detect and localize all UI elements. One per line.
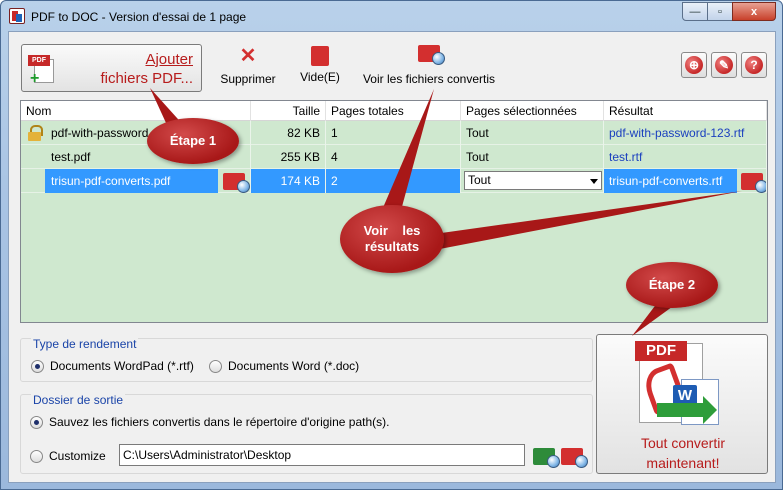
convert-label: Tout convertir maintenant! [597, 433, 769, 473]
file-size: 255 KB [251, 145, 326, 169]
window-title: PDF to DOC - Version d'essai de 1 page [31, 10, 247, 24]
view-converted-label: Voir les fichiers convertis [362, 72, 496, 86]
minimize-button[interactable]: — [682, 2, 708, 21]
output-folder-title: Dossier de sortie [31, 393, 126, 407]
selected-pages[interactable]: Tout [461, 121, 604, 145]
result-cell: trisun-pdf-converts.rtf [604, 169, 767, 193]
radio-wordpad[interactable]: Documents WordPad (*.rtf) [31, 359, 194, 373]
result-link[interactable]: trisun-pdf-converts.rtf [604, 169, 737, 193]
pdf-tag: PDF [635, 341, 687, 361]
view-converted-files-button[interactable]: Voir les fichiers convertis [359, 44, 499, 86]
file-size: 174 KB [251, 169, 326, 193]
render-type-title: Type de rendement [31, 337, 139, 351]
view-results-bubble: Voir les résultats [340, 205, 444, 273]
row-name-cell: trisun-pdf-converts.pdf [21, 169, 251, 193]
add-pdf-files-button[interactable]: PDF + Ajouter fichiers PDF... [21, 44, 202, 92]
open-folder-icon[interactable] [223, 173, 250, 193]
delete-label: Supprimer [220, 72, 276, 86]
convert-label-line2: maintenant! [646, 455, 720, 471]
delete-button[interactable]: ✕ Supprimer [215, 44, 281, 86]
add-files-label: Ajouter fichiers PDF... [100, 50, 193, 88]
selected-pages[interactable]: Tout [461, 145, 604, 169]
app-icon [9, 8, 25, 24]
title-bar[interactable]: PDF to DOC - Version d'essai de 1 page —… [1, 1, 782, 31]
chevron-down-icon [590, 179, 598, 184]
render-type-group: Type de rendement Documents WordPad (*.r… [20, 337, 593, 382]
radio-customize-indicator[interactable] [30, 449, 43, 463]
dropdown-value: Tout [468, 173, 491, 187]
pdf-to-word-icon: PDF W [635, 341, 731, 431]
radio-customize-label: Customize [49, 449, 106, 463]
open-result-folder-icon[interactable] [741, 173, 766, 193]
help-icon: ? [745, 56, 763, 74]
header-total-pages[interactable]: Pages totales [326, 101, 461, 121]
close-button[interactable]: x [732, 2, 776, 21]
radio-word-label: Documents Word (*.doc) [228, 359, 360, 373]
grid-rows: pdf-with-password.pdf 82 KB 1 Tout pdf-w… [21, 121, 767, 193]
folder-magnifier-icon [359, 44, 499, 68]
radio-origin-label: Sauvez les fichiers convertis dans le ré… [49, 415, 390, 429]
grid-header: Nom Taille Pages totales Pages sélection… [21, 101, 767, 121]
radio-origin-indicator[interactable] [30, 415, 43, 429]
radio-wordpad-indicator[interactable] [31, 359, 44, 373]
red-x-icon: ✕ [239, 45, 257, 67]
wrench-icon: ✎ [715, 56, 733, 74]
view-results-line1: Voir les [363, 223, 421, 238]
convert-all-button[interactable]: PDF W Tout convertir maintenant! [596, 334, 768, 474]
open-output-folder-icon[interactable] [561, 448, 588, 468]
header-selected-pages[interactable]: Pages sélectionnées [461, 101, 604, 121]
convert-label-line1: Tout convertir [640, 435, 726, 451]
total-pages: 2 [326, 169, 461, 193]
add-label-line1: Ajouter [145, 51, 193, 68]
table-row[interactable]: test.pdf 255 KB 4 Tout test.rtf [21, 145, 767, 169]
total-pages: 4 [326, 145, 461, 169]
globe-button[interactable]: ⊕ [681, 52, 707, 78]
view-results-line2: résultats [364, 239, 420, 254]
selected-pages-dropdown[interactable]: Tout [464, 171, 602, 190]
globe-icon: ⊕ [685, 56, 703, 74]
step1-bubble: Étape 1 [147, 118, 239, 164]
step2-bubble: Étape 2 [626, 262, 718, 308]
total-pages: 1 [326, 121, 461, 145]
header-size[interactable]: Taille [251, 101, 326, 121]
settings-button[interactable]: ✎ [711, 52, 737, 78]
lock-icon [28, 125, 43, 141]
window-controls: — ▫ x [682, 2, 776, 22]
header-name[interactable]: Nom [21, 101, 251, 121]
browse-folder-icon[interactable] [533, 448, 560, 468]
table-row[interactable]: pdf-with-password.pdf 82 KB 1 Tout pdf-w… [21, 121, 767, 145]
result-link[interactable]: test.rtf [604, 145, 767, 169]
add-pdf-icon: PDF + [28, 55, 58, 87]
output-path-input[interactable]: C:\Users\Administrator\Desktop [119, 444, 525, 466]
table-row-selected[interactable]: trisun-pdf-converts.pdf 174 KB 2 Tout tr… [21, 169, 767, 193]
radio-origin-folder[interactable]: Sauvez les fichiers convertis dans le ré… [30, 415, 389, 429]
result-link[interactable]: pdf-with-password-123.rtf [604, 121, 767, 145]
add-label-line2: fichiers PDF... [100, 70, 193, 87]
radio-word[interactable]: Documents Word (*.doc) [209, 359, 359, 373]
radio-wordpad-label: Documents WordPad (*.rtf) [50, 359, 194, 373]
help-button[interactable]: ? [741, 52, 767, 78]
empty-label: Vide(E) [300, 70, 340, 84]
file-size: 82 KB [251, 121, 326, 145]
maximize-button[interactable]: ▫ [707, 2, 733, 21]
empty-button[interactable]: Vide(E) [297, 44, 343, 84]
selected-pages-cell: Tout [461, 169, 604, 193]
trash-bin-icon [311, 46, 329, 66]
radio-customize[interactable]: Customize [30, 449, 106, 463]
file-name: trisun-pdf-converts.pdf [45, 169, 218, 193]
radio-word-indicator[interactable] [209, 359, 222, 373]
header-result[interactable]: Résultat [604, 101, 767, 121]
file-name: test.pdf [51, 150, 91, 164]
